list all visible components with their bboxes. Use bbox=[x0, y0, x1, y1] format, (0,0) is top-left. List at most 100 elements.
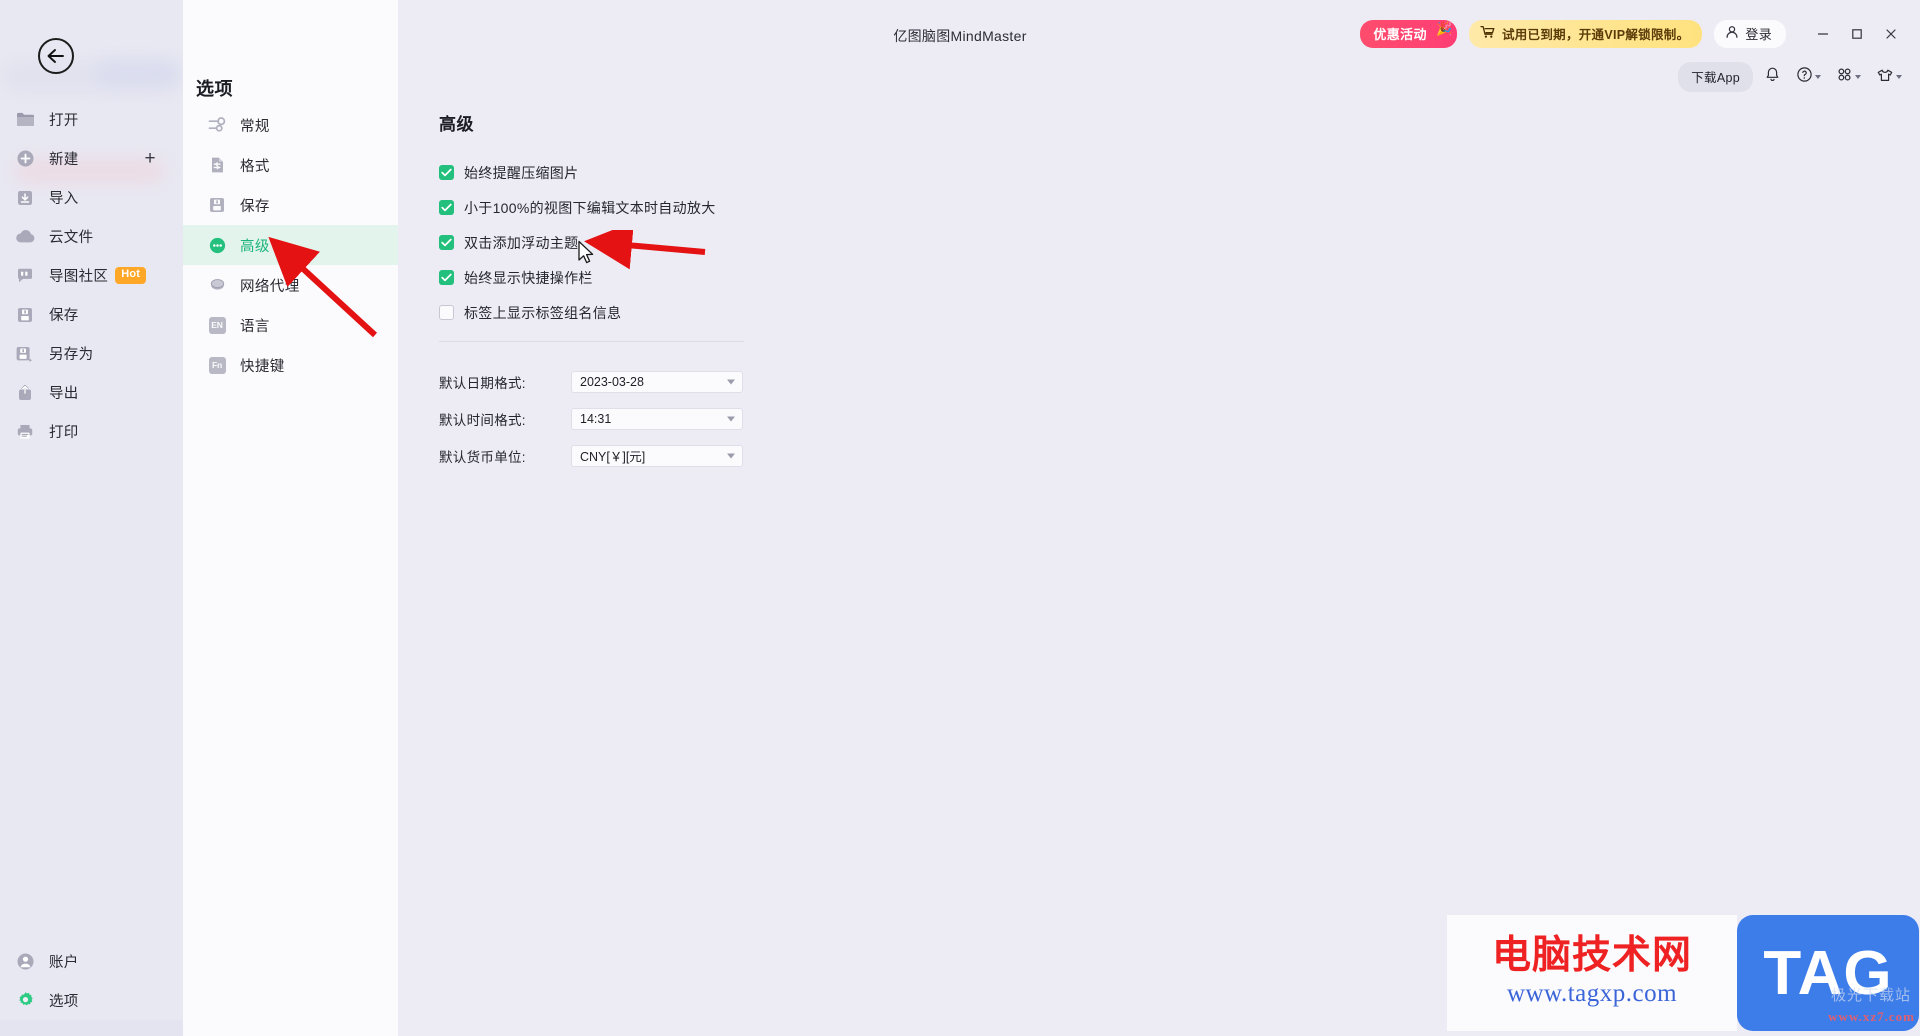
close-button[interactable] bbox=[1876, 21, 1906, 47]
hot-badge: Hot bbox=[115, 267, 147, 284]
login-button[interactable]: 登录 bbox=[1714, 20, 1786, 48]
help-button[interactable] bbox=[1792, 63, 1825, 91]
select-value: 2023-03-28 bbox=[580, 374, 644, 389]
minimize-button[interactable] bbox=[1808, 21, 1838, 47]
options-item-label: 语言 bbox=[240, 318, 270, 335]
maximize-button[interactable] bbox=[1842, 21, 1872, 47]
sidebar-item-import[interactable]: 导入 bbox=[0, 178, 183, 217]
sidebar-item-label: 导入 bbox=[49, 191, 79, 207]
sidebar-item-label: 导出 bbox=[49, 386, 79, 402]
chevron-down-icon bbox=[1896, 75, 1902, 79]
options-item-save[interactable]: 保存 bbox=[183, 185, 398, 225]
options-item-label: 网络代理 bbox=[240, 278, 300, 295]
gear-icon bbox=[14, 990, 36, 1012]
save-icon bbox=[14, 304, 36, 326]
sidebar-item-save-as[interactable]: 另存为 bbox=[0, 334, 183, 373]
checkbox-icon[interactable] bbox=[439, 270, 454, 285]
export-icon bbox=[14, 382, 36, 404]
options-nav-panel: 选项 常规 格式 保存 高级 网络代理 EN 语言 Fn 快捷键 bbox=[183, 0, 398, 1036]
sidebar-item-label: 云文件 bbox=[49, 230, 94, 246]
checkbox-icon[interactable] bbox=[439, 200, 454, 215]
options-item-hotkeys[interactable]: Fn 快捷键 bbox=[183, 345, 398, 385]
chevron-down-icon bbox=[1855, 75, 1861, 79]
checkbox-row-always-show-quick-toolbar[interactable]: 始终显示快捷操作栏 bbox=[439, 260, 759, 295]
checkbox-label: 小于100%的视图下编辑文本时自动放大 bbox=[464, 199, 716, 216]
options-item-label: 格式 bbox=[240, 158, 270, 175]
page-title: 高级 bbox=[439, 115, 474, 134]
sidebar-item-new[interactable]: 新建 + bbox=[0, 139, 183, 178]
back-button[interactable] bbox=[38, 38, 74, 74]
checkbox-label: 双击添加浮动主题 bbox=[464, 234, 579, 251]
sidebar-item-label: 打印 bbox=[49, 425, 79, 441]
sidebar-item-save[interactable]: 保存 bbox=[0, 295, 183, 334]
sidebar-item-open[interactable]: 打开 bbox=[0, 100, 183, 139]
sidebar-item-account[interactable]: 账户 bbox=[0, 942, 183, 981]
options-item-label: 高级 bbox=[240, 238, 270, 255]
plus-circle-icon bbox=[14, 148, 36, 170]
sidebar-item-cloud-files[interactable]: 云文件 bbox=[0, 217, 183, 256]
options-nav-list: 常规 格式 保存 高级 网络代理 EN 语言 Fn 快捷键 bbox=[183, 105, 398, 385]
network-icon bbox=[207, 275, 227, 295]
sidebar-item-label: 选项 bbox=[49, 994, 79, 1010]
options-item-advanced[interactable]: 高级 bbox=[183, 225, 398, 265]
left-sidebar: 打开 新建 + 导入 云文件 导图社区 Hot 保存 另存为 导出 打印 账户 … bbox=[0, 0, 183, 1036]
sidebar-bottom-strip bbox=[0, 1020, 183, 1036]
apps-grid-button[interactable] bbox=[1832, 63, 1865, 91]
sidebar-item-print[interactable]: 打印 bbox=[0, 412, 183, 451]
sidebar-bottom-nav: 账户 选项 bbox=[0, 942, 183, 1036]
sidebar-item-label: 保存 bbox=[49, 308, 79, 324]
field-row-currency-unit: 默认货币单位: CNY[￥][元] bbox=[439, 437, 743, 474]
download-app-button[interactable]: 下载App bbox=[1678, 62, 1753, 92]
options-item-network-proxy[interactable]: 网络代理 bbox=[183, 265, 398, 305]
select-value: CNY[￥][元] bbox=[580, 450, 646, 464]
account-icon bbox=[14, 951, 36, 973]
checkbox-icon[interactable] bbox=[439, 165, 454, 180]
sidebar-item-options[interactable]: 选项 bbox=[0, 981, 183, 1020]
window-controls bbox=[1808, 21, 1906, 47]
sidebar-nav-list: 打开 新建 + 导入 云文件 导图社区 Hot 保存 另存为 导出 打印 bbox=[0, 100, 183, 451]
options-item-format[interactable]: 格式 bbox=[183, 145, 398, 185]
chevron-down-icon bbox=[727, 379, 735, 384]
main-content: 高级 始终提醒压缩图片 小于100%的视图下编辑文本时自动放大 双击添加浮动主题 bbox=[398, 0, 1920, 1036]
sidebar-item-export[interactable]: 导出 bbox=[0, 373, 183, 412]
checkbox-icon[interactable] bbox=[439, 305, 454, 320]
advanced-icon bbox=[207, 235, 227, 255]
toolbar-right-cluster: 下载App bbox=[1678, 62, 1906, 92]
new-add-button[interactable]: + bbox=[141, 149, 159, 168]
cloud-icon bbox=[14, 226, 36, 248]
sidebar-item-label: 账户 bbox=[49, 955, 79, 971]
background-blur-artifact bbox=[96, 60, 182, 86]
language-glyph: EN bbox=[208, 316, 226, 334]
theme-skin-button[interactable] bbox=[1872, 64, 1906, 91]
options-item-general[interactable]: 常规 bbox=[183, 105, 398, 145]
community-icon bbox=[14, 265, 36, 287]
question-circle-icon bbox=[1796, 66, 1813, 88]
checkbox-row-compress-image-reminder[interactable]: 始终提醒压缩图片 bbox=[439, 155, 759, 190]
notifications-button[interactable] bbox=[1760, 63, 1785, 91]
checkbox-icon[interactable] bbox=[439, 235, 454, 250]
date-format-select[interactable]: 2023-03-28 bbox=[571, 370, 743, 393]
checkbox-row-double-click-floating-topic[interactable]: 双击添加浮动主题 bbox=[439, 225, 759, 260]
grid-apps-icon bbox=[1836, 66, 1853, 88]
vip-upgrade-button[interactable]: 试用已到期，开通VIP解锁限制。 bbox=[1468, 20, 1703, 48]
currency-unit-select[interactable]: CNY[￥][元] bbox=[571, 444, 743, 467]
options-item-language[interactable]: EN 语言 bbox=[183, 305, 398, 345]
hotkey-icon: Fn bbox=[207, 355, 227, 375]
promo-label: 优惠活动 bbox=[1373, 27, 1427, 42]
checkbox-row-auto-zoom-text-edit[interactable]: 小于100%的视图下编辑文本时自动放大 bbox=[439, 190, 759, 225]
chevron-down-icon bbox=[1815, 75, 1821, 79]
default-format-fields: 默认日期格式: 2023-03-28 默认时间格式: 14:31 默认货币单位:… bbox=[439, 363, 743, 474]
sidebar-item-community[interactable]: 导图社区 Hot bbox=[0, 256, 183, 295]
checkbox-row-show-tag-group-name[interactable]: 标签上显示标签组名信息 bbox=[439, 295, 759, 330]
time-format-select[interactable]: 14:31 bbox=[571, 407, 743, 430]
sidebar-item-label: 导图社区 bbox=[49, 269, 109, 285]
field-label: 默认货币单位: bbox=[439, 449, 526, 465]
chevron-down-icon bbox=[727, 416, 735, 421]
options-panel-title: 选项 bbox=[196, 79, 233, 99]
sliders-icon bbox=[207, 115, 227, 135]
promo-activity-button[interactable]: 优惠活动 🎉 bbox=[1360, 20, 1457, 48]
bell-icon bbox=[1764, 66, 1781, 88]
checkbox-label: 标签上显示标签组名信息 bbox=[464, 304, 622, 321]
app-window: 打开 新建 + 导入 云文件 导图社区 Hot 保存 另存为 导出 打印 账户 … bbox=[0, 0, 1920, 1036]
titlebar-right-cluster: 优惠活动 🎉 试用已到期，开通VIP解锁限制。 登录 bbox=[1360, 20, 1906, 48]
